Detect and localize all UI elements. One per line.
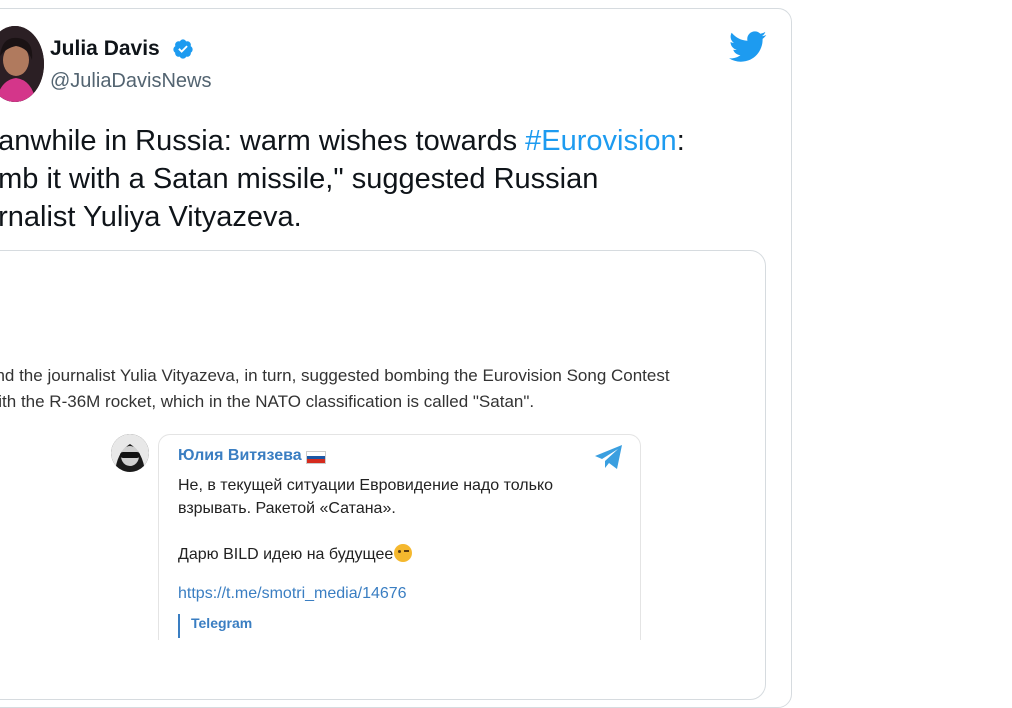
russian-flag-icon [306,451,326,464]
telegram-sender-name[interactable]: Юлия Витязева [178,447,302,465]
author-name[interactable]: Julia Davis [50,37,160,61]
twitter-bird-icon[interactable] [729,31,767,63]
telegram-source-label[interactable]: Telegram [191,615,252,631]
caption-line-2: with the R-36M rocket, which in the NATO… [0,392,535,411]
tweet-text-line-3: urnalist Yuliya Vityazeva. [0,201,302,233]
telegram-text-spacer [178,520,618,543]
telegram-plane-icon [595,445,622,469]
tweet-text-line-2: omb it with a Satan missile," suggested … [0,163,599,195]
hashtag-link[interactable]: #Eurovision [525,125,677,157]
author-handle[interactable]: @JuliaDavisNews [50,70,211,93]
telegram-text-line-3: Дарю BILD идею на будущее [178,543,618,566]
media-caption: and the journalist Yulia Vityazeva, in t… [0,363,756,415]
wink-emoji-icon [394,544,413,562]
caption-line-1: and the journalist Yulia Vityazeva, in t… [0,366,670,385]
telegram-text-segment: Дарю BILD идею на будущее [178,546,394,563]
verified-badge-icon [173,39,193,59]
telegram-text-line-1: Не, в текущей ситуации Евровидение надо … [178,477,554,494]
telegram-source-bar [178,614,180,638]
telegram-text-line-2: взрывать. Ракетой «Сатана». [178,500,396,517]
telegram-post-link[interactable]: https://t.me/smotri_media/14676 [178,585,407,603]
telegram-message-text: Не, в текущей ситуации Евровидение надо … [178,474,618,566]
tweet-text-line-1: eanwhile in Russia: warm wishes towards … [0,122,742,160]
tweet-text-segment: eanwhile in Russia: warm wishes towards [0,125,526,157]
telegram-sender-avatar [111,434,149,472]
tweet-text: eanwhile in Russia: warm wishes towards … [0,122,742,236]
tweet-text-segment: : [676,125,685,157]
